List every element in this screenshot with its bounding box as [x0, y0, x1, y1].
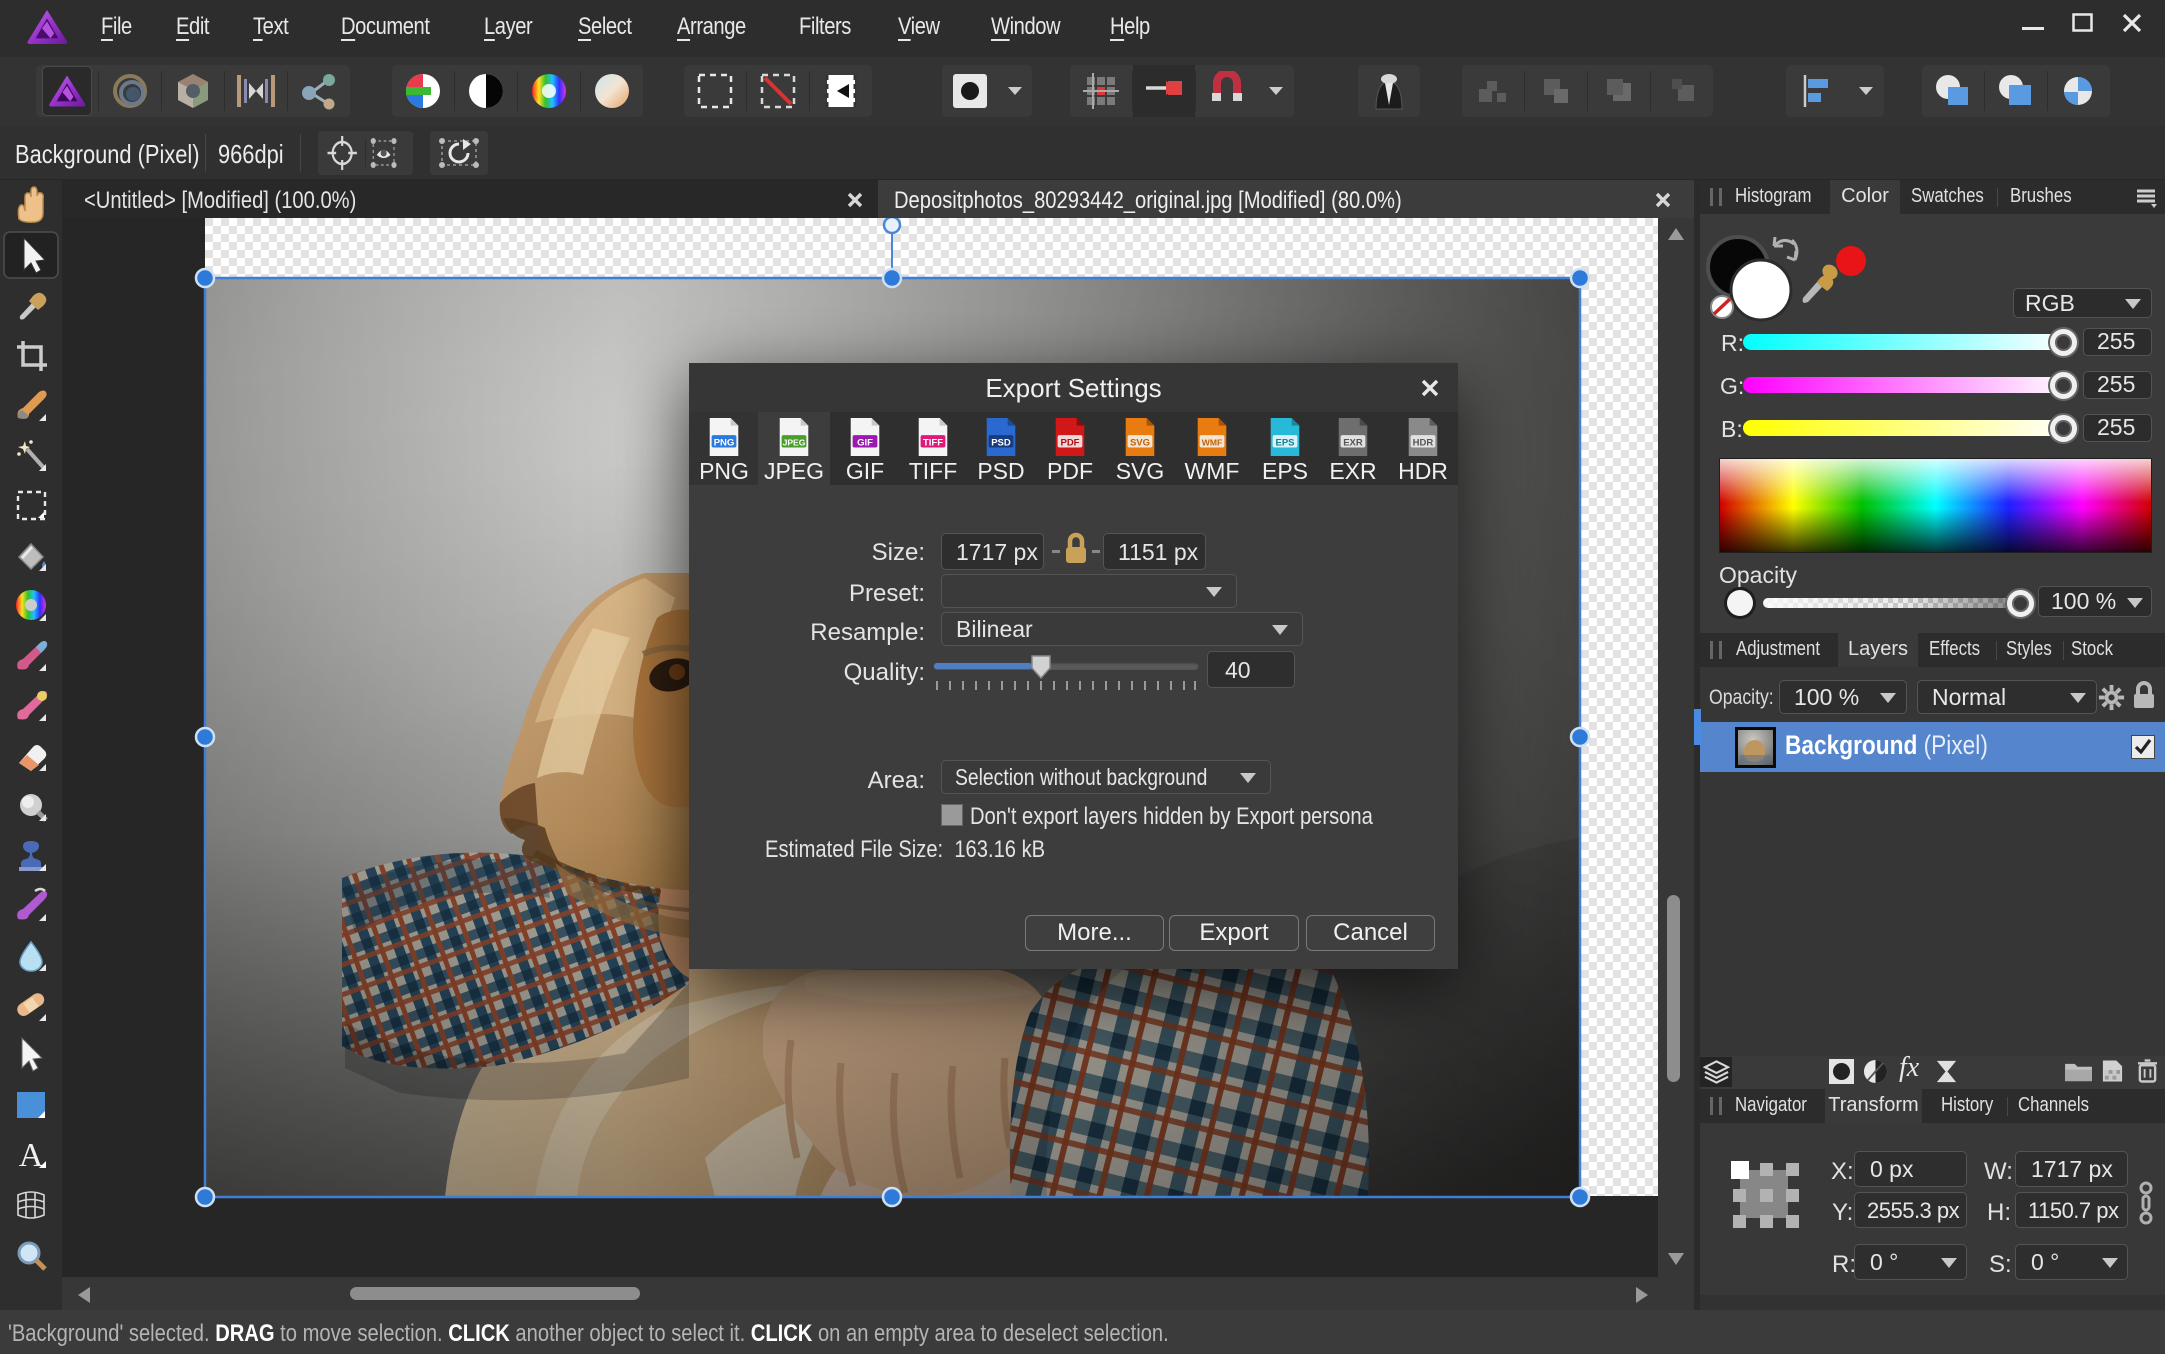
- svg-text:TIFF: TIFF: [923, 438, 943, 449]
- svg-text:JPEG: JPEG: [783, 438, 806, 448]
- svg-text:WMF: WMF: [1202, 438, 1222, 448]
- svg-text:PNG: PNG: [714, 438, 735, 449]
- svg-text:HDR: HDR: [1413, 438, 1434, 449]
- svg-text:PDF: PDF: [1060, 438, 1079, 449]
- svg-text:GIF: GIF: [857, 438, 873, 449]
- svg-text:EXR: EXR: [1343, 438, 1363, 449]
- svg-text:SVG: SVG: [1130, 438, 1150, 449]
- svg-text:PSD: PSD: [991, 438, 1011, 449]
- svg-text:EPS: EPS: [1275, 438, 1294, 449]
- svg-text:A: A: [19, 1137, 44, 1174]
